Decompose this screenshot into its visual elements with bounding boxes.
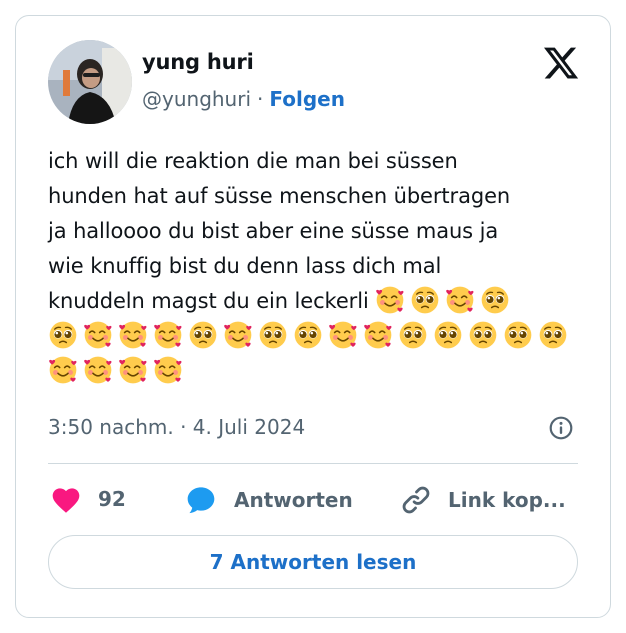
author-meta: @yunghuri · Folgen: [142, 87, 345, 111]
smiling-face-with-hearts-emoji: [84, 356, 112, 384]
link-icon: [402, 486, 430, 514]
tweet-line: wie knuffig bist du denn lass dich mal: [48, 254, 442, 278]
follow-button[interactable]: Folgen: [269, 87, 345, 111]
smiling-face-with-hearts-emoji: [49, 356, 77, 384]
pleading-face-emoji: [49, 321, 77, 349]
tweet-line: ja halloooo du bist aber eine süsse maus…: [48, 219, 499, 243]
divider: [48, 463, 578, 464]
smiling-face-with-hearts-emoji: [364, 321, 392, 349]
tweet-line-text: knuddeln magst du ein leckerli: [48, 289, 369, 313]
smiling-face-with-hearts-emoji: [376, 286, 404, 314]
pleading-face-emoji: [481, 286, 509, 314]
emoji-row: [48, 354, 588, 389]
pleading-face-emoji: [539, 321, 567, 349]
smiling-face-with-hearts-emoji: [154, 356, 182, 384]
copy-link-button[interactable]: Link kop...: [400, 484, 566, 516]
smiling-face-with-hearts-emoji: [154, 321, 182, 349]
read-replies-button[interactable]: 7 Antworten lesen: [48, 535, 578, 589]
like-button[interactable]: 92: [50, 484, 126, 514]
avatar[interactable]: [48, 40, 132, 124]
heart-icon: [52, 488, 80, 513]
pleading-face-emoji: [259, 321, 287, 349]
author-name[interactable]: yung huri: [142, 50, 254, 74]
pleading-face-emoji: [504, 321, 532, 349]
emoji-row: [48, 319, 588, 354]
pleading-face-emoji: [399, 321, 427, 349]
tweet-line: hunden hat auf süsse menschen übertragen: [48, 184, 511, 208]
speech-bubble-icon: [187, 487, 215, 514]
pleading-face-emoji: [189, 321, 217, 349]
smiling-face-with-hearts-emoji: [329, 321, 357, 349]
pleading-face-emoji: [411, 286, 439, 314]
smiling-face-with-hearts-emoji: [224, 321, 252, 349]
like-count: 92: [98, 487, 126, 511]
x-logo-icon[interactable]: [542, 44, 580, 82]
copy-link-label: Link kop...: [448, 488, 566, 512]
tweet-timestamp[interactable]: 3:50 nachm. · 4. Juli 2024: [48, 415, 305, 439]
pleading-face-emoji: [434, 321, 462, 349]
pleading-face-emoji: [294, 321, 322, 349]
smiling-face-with-hearts-emoji: [446, 286, 474, 314]
reply-button[interactable]: Antworten: [184, 484, 353, 516]
separator-dot: ·: [257, 87, 264, 111]
smiling-face-with-hearts-emoji: [119, 321, 147, 349]
info-icon[interactable]: [548, 415, 574, 441]
tweet-line: ich will die reaktion die man bei süssen: [48, 149, 458, 173]
pleading-face-emoji: [469, 321, 497, 349]
tweet-line: knuddeln magst du ein leckerli: [48, 284, 588, 319]
smiling-face-with-hearts-emoji: [84, 321, 112, 349]
reply-label: Antworten: [234, 488, 353, 512]
tweet-card: yung huri @yunghuri · Folgen ich will die …: [15, 15, 611, 618]
author-handle[interactable]: @yunghuri: [142, 87, 251, 111]
smiling-face-with-hearts-emoji: [119, 356, 147, 384]
tweet-text: ich will die reaktion die man bei süssen…: [48, 144, 588, 389]
